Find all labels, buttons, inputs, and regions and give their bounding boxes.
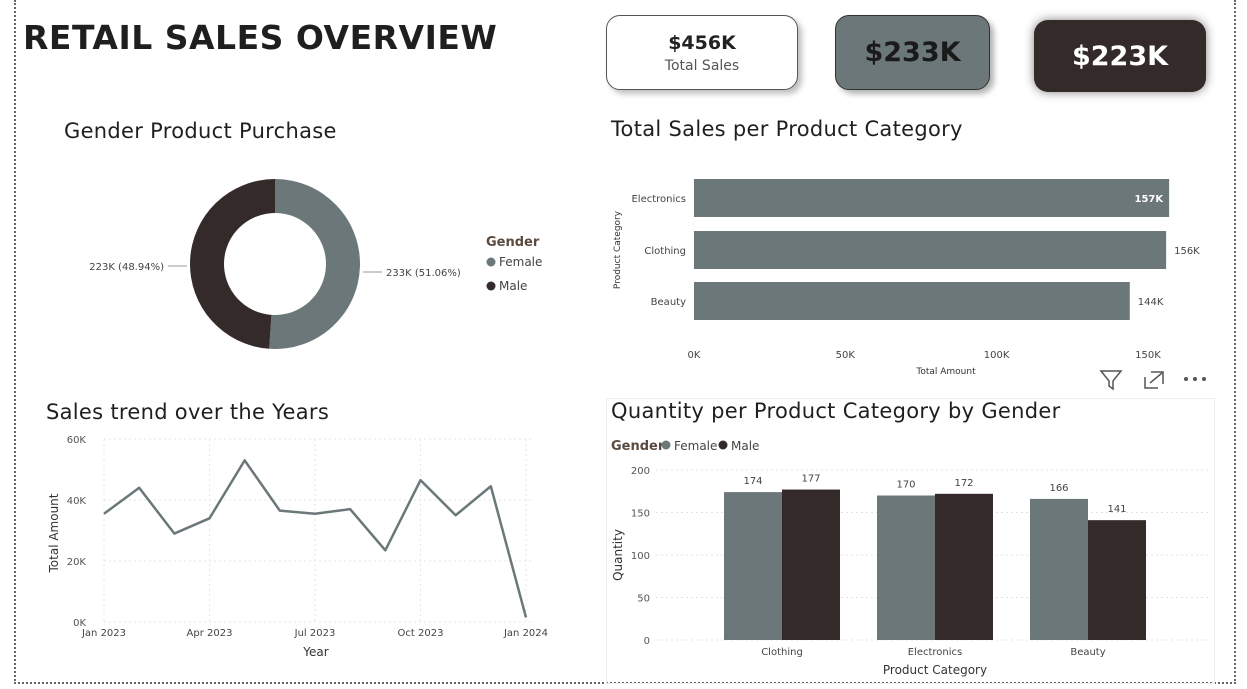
gbar-legend-title: Gender: [611, 439, 665, 454]
filter-icon[interactable]: [1099, 368, 1125, 392]
gbar-legend-label-male: Male: [731, 439, 759, 453]
hbar-category-label: Clothing: [644, 246, 686, 257]
gbar-data-label: 177: [801, 474, 820, 485]
hbar-x-tick-label: 50K: [836, 350, 856, 361]
legend-label-male: Male: [499, 279, 527, 293]
female-sales-value: $233K: [864, 37, 961, 68]
gbar-x-tick-label: Beauty: [1070, 647, 1105, 658]
gbar-bar-beauty-female: [1030, 498, 1088, 640]
line-y-tick-label: 40K: [67, 496, 87, 507]
line-x-tick-label: Jan 2023: [81, 628, 126, 639]
gbar-x-tick-label: Clothing: [761, 647, 803, 658]
legend-marker-male: [486, 281, 496, 291]
gbar-bar-electronics-female: [877, 495, 935, 640]
gbar-y-tick-label: 0: [644, 636, 650, 647]
gbar-y-tick-label: 150: [631, 509, 650, 520]
page-title: RETAIL SALES OVERVIEW: [23, 18, 498, 57]
hbar-x-tick-label: 0K: [688, 350, 701, 361]
hbar-x-axis-label: Total Amount: [915, 367, 976, 377]
donut-chart: 233K (51.06%) 223K (48.94%) Gender Female…: [89, 179, 542, 349]
line-x-axis-label: Year: [302, 645, 328, 659]
legend-marker-female: [486, 257, 496, 267]
gbar-y-tick-label: 100: [631, 551, 650, 562]
hbar-bar-clothing: [694, 231, 1167, 269]
grouped-bar-chart: Gender Quantity Product Category 0 50 100 1…: [606, 398, 1215, 684]
gbar-data-label: 141: [1107, 504, 1126, 515]
donut-legend-title: Gender: [486, 235, 540, 250]
total-sales-value: $456K: [668, 31, 736, 54]
line-x-tick-label: Apr 2023: [187, 628, 233, 639]
total-sales-card[interactable]: $456K Total Sales: [606, 15, 798, 90]
donut-data-label: 223K (48.94%): [89, 262, 164, 273]
gbar-y-axis-label: Quantity: [611, 529, 625, 581]
donut-data-label: 233K (51.06%): [386, 268, 461, 279]
gbar-y-tick-label: 200: [631, 466, 650, 477]
line-series-total-amount: [103, 459, 528, 618]
gbar-bar-clothing-female: [724, 492, 782, 640]
male-sales-value: $223K: [1071, 40, 1169, 72]
gbar-legend-marker-female: [661, 440, 671, 450]
gbar-bar-beauty-male: [1088, 520, 1146, 640]
gbar-legend-label-female: Female: [674, 439, 717, 453]
line-x-tick-label: Oct 2023: [398, 628, 444, 639]
focus-mode-icon[interactable]: [1142, 369, 1166, 391]
hbar-data-label: 157K: [1135, 194, 1165, 205]
gbar-data-label: 166: [1049, 483, 1068, 494]
hbar-bar-beauty: [694, 282, 1130, 320]
more-options-icon[interactable]: [1182, 372, 1210, 386]
gbar-data-label: 174: [743, 476, 762, 487]
gbar-x-axis-label: Product Category: [883, 663, 987, 677]
gbar-x-tick-label: Electronics: [908, 647, 963, 658]
line-chart: Total Amount Year 0K20K40K60KJan 2023 Apr…: [47, 435, 548, 659]
gbar-bar-electronics-male: [935, 493, 993, 640]
gbar-bar-clothing-male: [782, 489, 840, 640]
gbar-legend-marker-male: [718, 440, 728, 450]
hbar-x-tick-label: 150K: [1135, 350, 1161, 361]
line-chart-title: Sales trend over the Years: [46, 400, 330, 424]
hbar-category-label: Electronics: [631, 194, 686, 205]
gbar-y-tick-label: 50: [637, 594, 650, 605]
total-sales-label: Total Sales: [664, 57, 740, 74]
line-y-axis-label: Total Amount: [47, 493, 61, 573]
donut-chart-title: Gender Product Purchase: [64, 119, 337, 143]
male-sales-card[interactable]: $223K: [1034, 20, 1206, 92]
hbar-chart: Product Category Total Amount Electronic…: [613, 179, 1200, 377]
line-x-tick-label: Jan 2024: [503, 628, 548, 639]
gbar-data-label: 170: [896, 480, 915, 491]
hbar-y-axis-label: Product Category: [613, 210, 623, 289]
hbar-chart-title: Total Sales per Product Category: [611, 117, 963, 141]
line-y-tick-label: 20K: [67, 557, 87, 568]
donut-slice-male: [190, 179, 275, 349]
legend-label-female: Female: [499, 255, 542, 269]
hbar-data-label: 144K: [1138, 297, 1164, 308]
donut-slice-female: [269, 179, 361, 349]
line-x-tick-label: Jul 2023: [294, 628, 336, 639]
hbar-x-tick-label: 100K: [984, 350, 1010, 361]
female-sales-card[interactable]: $233K: [835, 15, 990, 90]
hbar-data-label: 156K: [1174, 246, 1200, 257]
gbar-data-label: 172: [954, 478, 973, 489]
hbar-category-label: Beauty: [651, 297, 686, 308]
hbar-bar-electronics: [694, 179, 1170, 217]
line-y-tick-label: 60K: [67, 435, 87, 446]
